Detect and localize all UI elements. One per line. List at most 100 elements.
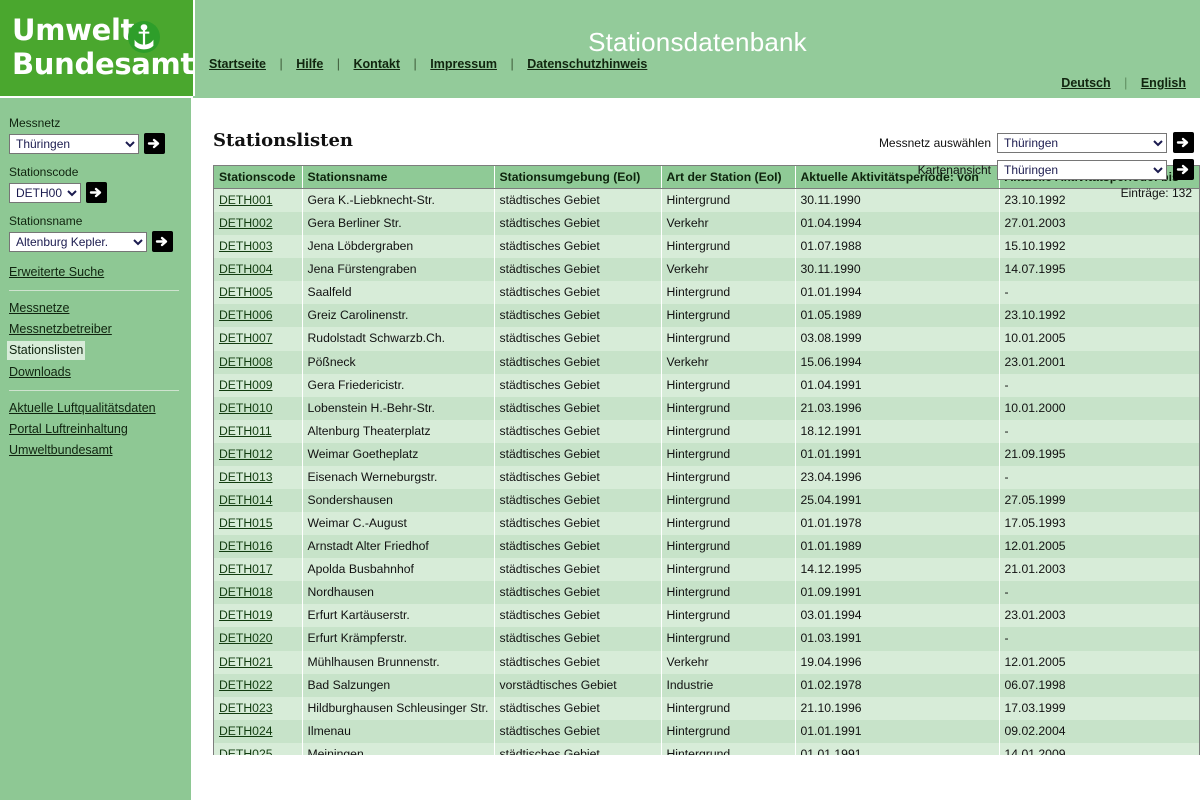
messnetz-auswaehlen-select[interactable]: Thüringen	[997, 132, 1167, 153]
cell-periode-von: 30.11.1990	[795, 258, 1000, 282]
station-code-link[interactable]: DETH017	[219, 562, 273, 576]
kartenansicht-go-button[interactable]	[1173, 159, 1194, 180]
stationscode-select[interactable]: DETH001	[9, 182, 81, 203]
station-code-link[interactable]: DETH006	[219, 308, 273, 322]
nav-link-startseite[interactable]: Startseite	[209, 57, 266, 71]
cell-periode-bis: 10.01.2005	[999, 327, 1199, 351]
cell-stationscode: DETH011	[214, 419, 303, 443]
cell-periode-von: 01.01.1978	[795, 512, 1000, 536]
column-header-stationsumgebung[interactable]: Stationsumgebung (EoI)	[494, 166, 662, 189]
cell-periode-bis: 27.01.2003	[999, 212, 1199, 236]
sidebar-item-portal-luftreinhaltung[interactable]: Portal Luftreinhaltung	[9, 420, 181, 438]
sidebar-item-umweltbundesamt[interactable]: Umweltbundesamt	[9, 441, 181, 459]
station-code-link[interactable]: DETH009	[219, 378, 273, 392]
stationscode-label: Stationscode	[9, 165, 79, 179]
cell-stationscode: DETH025	[214, 742, 303, 755]
cell-stationsumgebung: städtisches Gebiet	[494, 396, 662, 420]
column-header-art-der-station[interactable]: Art der Station (EoI)	[661, 166, 796, 189]
uba-logo[interactable]: Umwelt Bundesamt	[0, 0, 195, 96]
stationsname-select[interactable]: Altenburg Kepler.	[9, 231, 147, 252]
stationscode-go-button[interactable]	[86, 182, 107, 203]
station-code-link[interactable]: DETH008	[219, 355, 273, 369]
nav-link-datenschutzhinweis[interactable]: Datenschutzhinweis	[527, 57, 647, 71]
sidebar-item-stationslisten[interactable]: Stationslisten	[7, 341, 86, 360]
station-code-link[interactable]: DETH023	[219, 701, 273, 715]
cell-stationsumgebung: städtisches Gebiet	[494, 696, 662, 720]
station-code-link[interactable]: DETH005	[219, 285, 273, 299]
station-code-link[interactable]: DETH011	[219, 424, 272, 438]
messnetz-select[interactable]: Thüringen	[9, 133, 139, 154]
cell-periode-von: 14.12.1995	[795, 558, 1000, 582]
cell-periode-bis: -	[999, 465, 1199, 490]
uba-logo-text: Umwelt Bundesamt	[12, 13, 195, 81]
nav-link-kontakt[interactable]: Kontakt	[354, 57, 401, 71]
header-banner: Stationsdatenbank Startseite | Hilfe | K…	[193, 0, 1200, 96]
cell-art-der-station: Hintergrund	[661, 396, 796, 420]
station-code-link[interactable]: DETH003	[219, 239, 273, 253]
table-row: DETH017 Apolda Busbahnhof städtisches Gebi…	[214, 558, 1199, 582]
station-code-link[interactable]: DETH007	[219, 331, 273, 345]
cell-stationsumgebung: städtisches Gebiet	[494, 558, 662, 582]
station-code-link[interactable]: DETH010	[219, 401, 273, 415]
station-code-link[interactable]: DETH020	[219, 631, 273, 645]
cell-art-der-station: Hintergrund	[661, 419, 796, 443]
sidebar-item-messnetzbetreiber[interactable]: Messnetzbetreiber	[9, 320, 181, 338]
station-code-link[interactable]: DETH016	[219, 539, 273, 553]
table-row: DETH012 Weimar Goetheplatz städtisches Geb…	[214, 442, 1199, 466]
messnetz-go-button[interactable]	[144, 133, 165, 154]
sidebar-item-downloads[interactable]: Downloads	[9, 363, 181, 381]
sidebar-item-luftqualitaetsdaten[interactable]: Aktuelle Luftqualitätsdaten	[9, 399, 181, 417]
station-code-link[interactable]: DETH022	[219, 678, 273, 692]
arrow-right-icon	[1176, 164, 1189, 175]
sidebar-item-messnetze[interactable]: Messnetze	[9, 299, 181, 317]
station-code-link[interactable]: DETH013	[219, 470, 273, 484]
column-header-stationscode[interactable]: Stationscode	[214, 166, 303, 189]
cell-stationsname: Erfurt Kartäuserstr.	[302, 604, 495, 628]
cell-stationsumgebung: städtisches Gebiet	[494, 442, 662, 466]
table-row: DETH010 Lobenstein H.-Behr-Str. städtische…	[214, 396, 1199, 420]
station-code-link[interactable]: DETH002	[219, 216, 273, 230]
cell-stationsumgebung: städtisches Gebiet	[494, 512, 662, 536]
station-code-link[interactable]: DETH001	[219, 193, 273, 207]
cell-stationsname: Bad Salzungen	[302, 673, 495, 697]
station-code-link[interactable]: DETH014	[219, 493, 273, 507]
station-code-link[interactable]: DETH015	[219, 516, 273, 530]
cell-periode-bis: 21.09.1995	[999, 442, 1199, 466]
stationsname-go-button[interactable]	[152, 231, 173, 252]
sidebar-item-erweiterte-suche[interactable]: Erweiterte Suche	[9, 263, 181, 281]
cell-art-der-station: Industrie	[661, 673, 796, 697]
cell-periode-bis: -	[999, 419, 1199, 443]
language-link-english[interactable]: English	[1141, 76, 1186, 90]
station-code-link[interactable]: DETH025	[219, 747, 273, 755]
station-code-link[interactable]: DETH021	[219, 655, 273, 669]
station-code-link[interactable]: DETH012	[219, 447, 273, 461]
column-header-stationsname[interactable]: Stationsname	[302, 166, 495, 189]
nav-link-hilfe[interactable]: Hilfe	[296, 57, 323, 71]
station-code-link[interactable]: DETH004	[219, 262, 273, 276]
table-row: DETH020 Erfurt Krämpferstr. städtisches Ge…	[214, 627, 1199, 651]
cell-periode-bis: 06.07.1998	[999, 673, 1199, 697]
station-code-link[interactable]: DETH024	[219, 724, 273, 738]
station-code-link[interactable]: DETH018	[219, 585, 273, 599]
cell-stationscode: DETH012	[214, 442, 303, 466]
cell-art-der-station: Hintergrund	[661, 281, 796, 305]
table-row: DETH002 Gera Berliner Str. städtisches Geb…	[214, 212, 1199, 236]
station-code-link[interactable]: DETH019	[219, 608, 273, 622]
uba-emblem-icon	[128, 21, 160, 53]
cell-periode-von: 03.08.1999	[795, 327, 1000, 351]
table-row: DETH013 Eisenach Werneburgstr. städtisches…	[214, 465, 1199, 490]
selection-panel: Messnetz auswählen Thüringen Kartenansic…	[879, 132, 1194, 200]
messnetz-auswaehlen-go-button[interactable]	[1173, 132, 1194, 153]
arrow-right-icon	[1176, 137, 1189, 148]
cell-stationscode: DETH001	[214, 188, 303, 213]
top-navigation: Startseite | Hilfe | Kontakt | Impressum…	[207, 57, 649, 71]
language-link-deutsch[interactable]: Deutsch	[1061, 76, 1110, 90]
cell-stationsname: Weimar Goetheplatz	[302, 442, 495, 466]
table-row: DETH025 Meiningen städtisches Gebiet Hinter…	[214, 742, 1199, 755]
kartenansicht-select[interactable]: Thüringen	[997, 159, 1167, 180]
cell-periode-von: 03.01.1994	[795, 604, 1000, 628]
cell-periode-von: 01.09.1991	[795, 581, 1000, 605]
cell-stationscode: DETH018	[214, 581, 303, 605]
cell-stationscode: DETH008	[214, 350, 303, 374]
nav-link-impressum[interactable]: Impressum	[430, 57, 497, 71]
